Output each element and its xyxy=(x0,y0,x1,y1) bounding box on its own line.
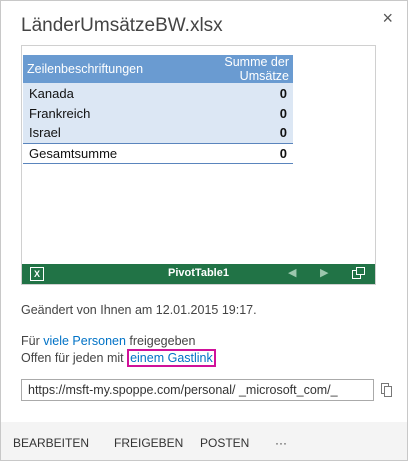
open-info: Offen für jeden mit einem Gastlink xyxy=(21,349,216,367)
pivot-row: Israel 0 xyxy=(23,123,293,143)
document-title: LänderUmsätzeBW.xlsx xyxy=(21,15,223,36)
workbook-preview[interactable]: Zeilenbeschriftungen Summe der Umsätze K… xyxy=(21,45,376,285)
copy-link-icon[interactable] xyxy=(381,383,392,397)
sheet-navigation-bar: X PivotTable1 ◀ ▶ xyxy=(22,264,375,284)
shared-info: Für viele Personen freigegeben xyxy=(21,334,195,348)
share-url-field[interactable]: https://msft-my.spoppe.com/personal/ _mi… xyxy=(21,379,374,401)
pivot-header-row: Zeilenbeschriftungen Summe der Umsätze xyxy=(23,55,293,83)
pivot-header-row-labels: Zeilenbeschriftungen xyxy=(23,55,173,83)
pivot-row-value: 0 xyxy=(173,123,293,143)
guest-link[interactable]: einem Gastlink xyxy=(127,349,216,367)
post-button[interactable]: POSTEN xyxy=(200,436,249,450)
shared-prefix: Für xyxy=(21,334,44,348)
edit-button[interactable]: BEARBEITEN xyxy=(13,436,89,450)
modified-info: Geändert von Ihnen am 12.01.2015 19:17. xyxy=(21,303,257,317)
more-options-icon[interactable]: ··· xyxy=(275,436,287,450)
document-card: LänderUmsätzeBW.xlsx × Zeilenbeschriftun… xyxy=(0,0,408,461)
pivot-table: Zeilenbeschriftungen Summe der Umsätze K… xyxy=(23,55,293,164)
pivot-row-value: 0 xyxy=(173,83,293,103)
close-icon[interactable]: × xyxy=(382,9,393,27)
open-prefix: Offen für jeden mit xyxy=(21,351,128,365)
next-sheet-icon[interactable]: ▶ xyxy=(320,266,328,279)
pivot-row-label: Frankreich xyxy=(23,103,173,123)
pivot-row-value: 0 xyxy=(173,103,293,123)
shared-suffix: freigegeben xyxy=(125,334,196,348)
popout-icon[interactable] xyxy=(352,267,365,279)
pivot-total-value: 0 xyxy=(173,142,293,164)
pivot-total-label: Gesamtsumme xyxy=(23,142,173,164)
shared-with-link[interactable]: viele Personen xyxy=(43,334,126,348)
action-bar: BEARBEITEN FREIGEBEN POSTEN ··· xyxy=(1,422,407,460)
pivot-row-label: Israel xyxy=(23,123,173,143)
pivot-row-label: Kanada xyxy=(23,83,173,103)
pivot-total-row: Gesamtsumme 0 xyxy=(23,142,293,164)
pivot-row: Kanada 0 xyxy=(23,83,293,103)
previous-sheet-icon[interactable]: ◀ xyxy=(288,266,296,279)
pivot-row: Frankreich 0 xyxy=(23,103,293,123)
share-button[interactable]: FREIGEBEN xyxy=(114,436,183,450)
pivot-header-sum: Summe der Umsätze xyxy=(173,55,293,83)
